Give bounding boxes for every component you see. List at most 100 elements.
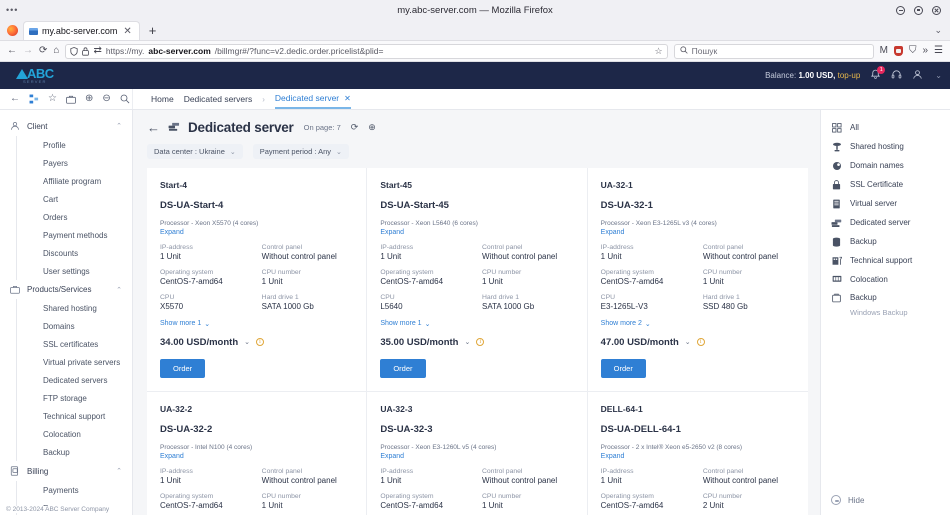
order-button[interactable]: Order	[160, 358, 206, 378]
chevron-down-icon[interactable]: ⌄	[336, 148, 342, 156]
info-icon[interactable]: i	[696, 338, 705, 347]
sidebar-group-products-services[interactable]: Products/Services ⌃	[0, 280, 132, 299]
chevron-down-icon[interactable]: ⌄	[685, 338, 691, 346]
close-window-button[interactable]	[932, 5, 941, 15]
sidebar-item-shared-hosting[interactable]: Shared hosting	[16, 299, 132, 317]
right-sidebar-item-technical-support[interactable]: Technical support	[821, 251, 950, 270]
sidebar-item-profile[interactable]: Profile	[16, 136, 132, 154]
plus-circle-icon[interactable]: ⊕	[85, 94, 93, 104]
right-sidebar-item-ssl-certificate[interactable]: SSL Certificate	[821, 175, 950, 194]
sidebar-item-affiliate-program[interactable]: Affiliate program	[16, 172, 132, 190]
sidebar-item-dedicated-servers[interactable]: Dedicated servers	[16, 371, 132, 389]
top-up-link[interactable]: top-up	[838, 71, 861, 80]
right-sidebar-subitem[interactable]: Windows Backup	[821, 307, 950, 321]
bookmark-star-icon[interactable]: ☆	[655, 46, 663, 57]
sidebar-item-ssl-certificates[interactable]: SSL certificates	[16, 335, 132, 353]
sidebar-item-payment-methods[interactable]: Payment methods	[16, 226, 132, 244]
chevron-down-icon[interactable]: ⌄	[230, 148, 236, 156]
sidebar-item-virtual-private-servers[interactable]: Virtual private servers	[16, 353, 132, 371]
reload-icon[interactable]: ⟳	[39, 46, 47, 56]
refresh-icon[interactable]: ⟳	[351, 122, 359, 133]
sidebar-item-payers[interactable]: Payers	[16, 154, 132, 172]
maximize-button[interactable]	[914, 5, 923, 15]
minimize-button[interactable]	[896, 5, 905, 15]
sidebar-item-discounts[interactable]: Discounts	[16, 244, 132, 262]
page-back-icon[interactable]: ←	[147, 120, 160, 135]
expand-link[interactable]: Expand	[601, 229, 795, 236]
info-icon[interactable]: i	[256, 338, 265, 347]
chevron-up-icon[interactable]: ⌃	[116, 286, 122, 294]
expand-link[interactable]: Expand	[380, 229, 573, 236]
gmail-icon[interactable]: M	[880, 46, 888, 56]
info-icon[interactable]: i	[476, 338, 485, 347]
save-page-icon[interactable]: ⛉	[909, 46, 917, 56]
search-icon[interactable]	[120, 94, 130, 104]
sidebar-item-orders[interactable]: Orders	[16, 208, 132, 226]
sidebar-group-client[interactable]: Client ⌃	[0, 116, 132, 136]
show-more-link[interactable]: Show more 1 ⌄	[160, 320, 353, 328]
order-button[interactable]: Order	[380, 358, 426, 378]
sidebar-item-technical-support[interactable]: Technical support	[16, 407, 132, 425]
tab-list-chevron-icon[interactable]: ⌄	[934, 25, 950, 40]
show-more-link[interactable]: Show more 2 ⌄	[601, 320, 795, 328]
order-button[interactable]: Order	[600, 358, 646, 378]
notifications-button[interactable]: 1	[870, 65, 886, 83]
hide-sidebar-button[interactable]: Hide	[821, 495, 874, 505]
right-sidebar-item-colocation[interactable]: Colocation	[821, 270, 950, 288]
briefcase-icon[interactable]	[66, 95, 76, 104]
breadcrumb-home[interactable]: Home	[151, 94, 174, 104]
sidebar-item-ftp-storage[interactable]: FTP storage	[16, 389, 132, 407]
star-icon[interactable]: ☆	[48, 94, 57, 104]
expand-link[interactable]: Expand	[160, 229, 353, 236]
filter-chip-0[interactable]: Data center : Ukraine ⌄	[147, 144, 243, 159]
address-bar[interactable]: ⇄ https://my. abc-server.com/billmgr#/?fu…	[65, 43, 668, 59]
support-headset-icon[interactable]	[891, 69, 902, 83]
new-tab-button[interactable]: +	[149, 23, 157, 38]
back-icon[interactable]: ←	[7, 46, 17, 56]
right-sidebar-item-domain-names[interactable]: Domain names	[821, 156, 950, 175]
right-sidebar-item-shared-hosting[interactable]: Shared hosting	[821, 137, 950, 156]
tab-close-icon[interactable]: ✕	[121, 26, 133, 37]
right-sidebar-item-backup[interactable]: Backup	[821, 232, 950, 251]
overflow-chevron-icon[interactable]: »	[922, 46, 928, 56]
right-sidebar-item-virtual-server[interactable]: Virtual server	[821, 194, 950, 213]
sidebar-item-domains[interactable]: Domains	[16, 317, 132, 335]
chevron-up-icon[interactable]: ⌃	[116, 467, 122, 475]
extension-shield-icon[interactable]	[893, 46, 903, 56]
sidebar-item-cart[interactable]: Cart	[16, 190, 132, 208]
expand-link[interactable]: Expand	[380, 453, 573, 460]
forward-icon[interactable]: →	[23, 46, 33, 56]
breadcrumb-section[interactable]: Dedicated servers	[184, 94, 253, 104]
account-chevron-icon[interactable]: ⌄	[935, 71, 942, 80]
logo[interactable]: ABC SERVER	[16, 67, 54, 84]
chevron-down-icon[interactable]: ⌄	[464, 338, 470, 346]
user-account-icon[interactable]	[912, 69, 923, 83]
filter-chip-1[interactable]: Payment period : Any ⌄	[252, 144, 349, 159]
app-menu-icon[interactable]: ☰	[934, 46, 943, 56]
right-sidebar-item-dedicated-server[interactable]: Dedicated server	[821, 213, 950, 232]
sidebar-item-user-settings[interactable]: User settings	[16, 262, 132, 280]
sidebar-item-colocation[interactable]: Colocation	[16, 425, 132, 443]
sidebar-group-billing[interactable]: Billing ⌃	[0, 461, 132, 481]
expand-link[interactable]: Expand	[601, 453, 795, 460]
expand-link[interactable]: Expand	[160, 453, 353, 460]
sidebar-item-backup[interactable]: Backup	[16, 443, 132, 461]
back-arrow-icon[interactable]: ←	[10, 94, 20, 104]
breadcrumb-active-tab[interactable]: Dedicated server ✕	[274, 89, 351, 109]
browser-tab[interactable]: my.abc-server.com ✕	[23, 21, 140, 40]
tracking-protection-icon[interactable]: ⇄	[93, 46, 101, 56]
search-bar[interactable]: Пошук	[673, 43, 874, 59]
chevron-up-icon[interactable]: ⌃	[116, 122, 122, 130]
sitemap-icon[interactable]	[29, 94, 39, 104]
breadcrumb-close-icon[interactable]: ✕	[344, 94, 351, 103]
chevron-down-icon[interactable]: ⌄	[244, 338, 250, 346]
minus-circle-icon[interactable]: ⊖	[102, 94, 110, 104]
show-more-link[interactable]: Show more 1 ⌄	[380, 320, 573, 328]
home-icon[interactable]: ⌂	[53, 46, 59, 56]
globe-icon[interactable]: ⊕	[368, 122, 376, 133]
right-sidebar-item-all[interactable]: All	[821, 118, 950, 137]
lock-icon[interactable]	[82, 46, 90, 56]
sidebar-item-payments[interactable]: Payments	[16, 481, 132, 499]
shield-icon[interactable]	[70, 46, 79, 56]
right-sidebar-item-backup[interactable]: Backup	[821, 288, 950, 307]
